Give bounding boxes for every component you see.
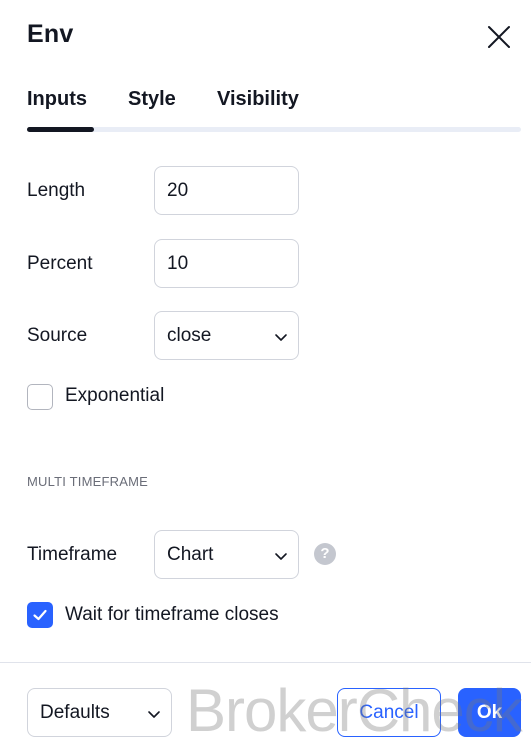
tab-visibility[interactable]: Visibility (217, 88, 299, 111)
timeframe-select[interactable]: Chart (154, 530, 299, 579)
checkmark-icon (33, 609, 47, 621)
wait-closes-checkbox[interactable] (27, 602, 53, 628)
defaults-label: Defaults (40, 701, 110, 723)
chevron-down-icon (275, 553, 287, 560)
close-icon[interactable] (486, 24, 512, 50)
cancel-button[interactable]: Cancel (337, 688, 441, 737)
chevron-down-icon (275, 334, 287, 341)
chevron-down-icon (148, 711, 160, 718)
tab-bar: Inputs Style Visibility (27, 88, 521, 132)
footer-divider (0, 662, 531, 663)
defaults-dropdown-button[interactable]: Defaults (27, 688, 172, 737)
percent-label: Percent (27, 253, 93, 274)
percent-input[interactable]: 10 (154, 239, 299, 288)
wait-closes-label[interactable]: Wait for timeframe closes (65, 604, 279, 626)
exponential-label[interactable]: Exponential (65, 385, 164, 407)
percent-value: 10 (167, 252, 189, 274)
tab-divider (27, 127, 521, 132)
length-label: Length (27, 180, 86, 201)
source-value: close (167, 324, 212, 346)
length-value: 20 (167, 179, 189, 201)
indicator-settings-dialog: Env Inputs Style Visibility Length 20 Pe… (0, 0, 531, 750)
tab-inputs[interactable]: Inputs (27, 88, 87, 111)
dialog-title: Env (27, 20, 74, 48)
section-title-multi-timeframe: MULTI TIMEFRAME (27, 474, 148, 489)
ok-button[interactable]: Ok (458, 688, 521, 737)
source-select[interactable]: close (154, 311, 299, 360)
active-tab-indicator (27, 127, 94, 132)
length-input[interactable]: 20 (154, 166, 299, 215)
question-icon[interactable]: ? (314, 543, 336, 565)
timeframe-value: Chart (167, 543, 214, 565)
exponential-checkbox[interactable] (27, 384, 53, 410)
timeframe-label: Timeframe (27, 544, 118, 565)
source-label: Source (27, 325, 88, 346)
tab-style[interactable]: Style (128, 88, 176, 111)
